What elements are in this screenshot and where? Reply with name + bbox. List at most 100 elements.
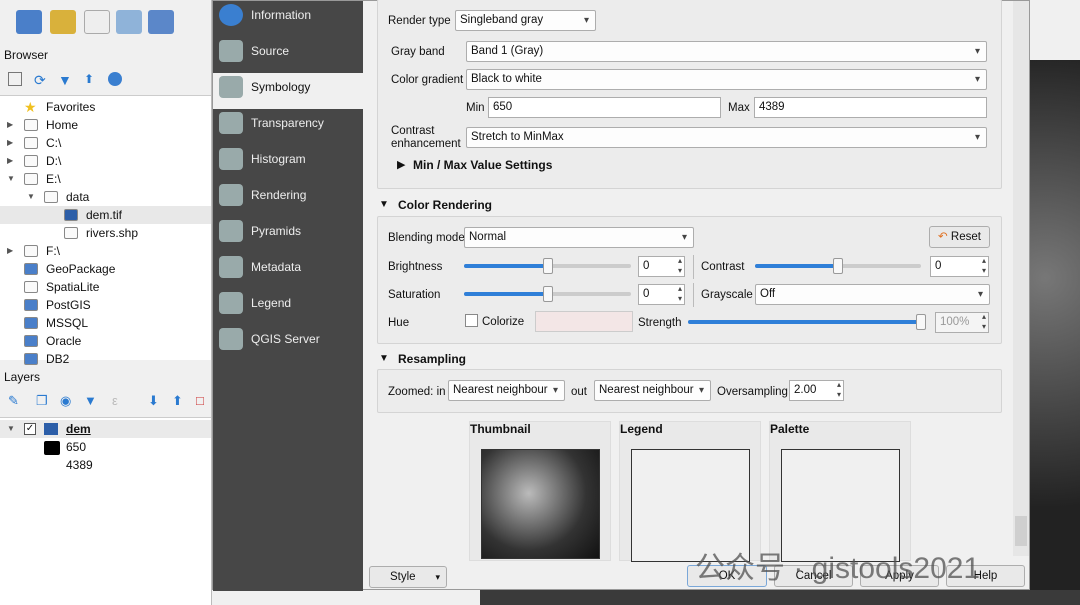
sidebar-item-histogram[interactable]: Histogram bbox=[213, 145, 363, 181]
virtual-layer-icon[interactable] bbox=[148, 10, 174, 34]
sidebar-item-metadata[interactable]: Metadata bbox=[213, 253, 363, 289]
spatialite-icon[interactable] bbox=[116, 10, 142, 34]
expand-arrow-icon[interactable]: ▶ bbox=[7, 152, 13, 170]
browser-item[interactable]: ▼ data bbox=[0, 188, 211, 206]
color-rendering-header[interactable]: Color Rendering bbox=[398, 198, 492, 212]
map-canvas[interactable] bbox=[1030, 60, 1080, 605]
collapse-icon[interactable]: ⬆ bbox=[172, 393, 183, 409]
postgis-icon bbox=[24, 299, 38, 311]
add-layer-icon[interactable] bbox=[16, 10, 42, 34]
color-gradient-select[interactable]: Black to white bbox=[466, 69, 987, 90]
browser-item[interactable]: GeoPackage bbox=[0, 260, 211, 278]
brightness-slider[interactable] bbox=[464, 258, 631, 274]
minmax-settings-toggle[interactable]: Min / Max Value Settings bbox=[413, 158, 552, 172]
scrollbar[interactable] bbox=[1013, 1, 1029, 556]
browser-item[interactable]: ▶ Home bbox=[0, 116, 211, 134]
expand-triangle-icon[interactable]: ▶ bbox=[397, 158, 405, 171]
saturation-slider[interactable] bbox=[464, 286, 631, 302]
browser-item-label: D:\ bbox=[46, 154, 62, 168]
browser-item[interactable]: SpatiaLite bbox=[0, 278, 211, 296]
zoomed-in-select[interactable]: Nearest neighbour bbox=[448, 380, 565, 401]
browser-item[interactable]: ▼ E:\ bbox=[0, 170, 211, 188]
browser-item[interactable]: rivers.shp bbox=[0, 224, 211, 242]
browser-item[interactable]: ★ Favorites bbox=[0, 98, 211, 116]
blending-mode-select[interactable]: Normal bbox=[464, 227, 694, 248]
contrast-enhancement-select[interactable]: Stretch to MinMax bbox=[466, 127, 987, 148]
max-input[interactable]: 4389 bbox=[754, 97, 987, 118]
expand-arrow-icon[interactable]: ▼ bbox=[7, 170, 15, 188]
visibility-icon[interactable]: ◉ bbox=[60, 393, 71, 409]
legend-panel: Legend bbox=[619, 421, 761, 562]
zoomed-out-select[interactable]: Nearest neighbour bbox=[594, 380, 711, 401]
browser-item[interactable]: ▶ C:\ bbox=[0, 134, 211, 152]
style-icon[interactable]: ✎ bbox=[8, 393, 19, 409]
colorize-color-button[interactable] bbox=[535, 311, 633, 332]
browser-item[interactable]: MSSQL bbox=[0, 314, 211, 332]
layers-toolbar: ✎ ❐ ◉ ▼ ε ⬇ ⬆ □ bbox=[8, 393, 208, 409]
render-type-select[interactable]: Singleband gray bbox=[455, 10, 596, 31]
expand-arrow-icon[interactable]: ▼ bbox=[27, 188, 35, 206]
expression-icon[interactable]: ε bbox=[112, 393, 118, 408]
expand-arrow-icon[interactable]: ▶ bbox=[7, 242, 13, 260]
browser-item[interactable]: DB2 bbox=[0, 350, 211, 368]
metadata-icon bbox=[219, 256, 243, 278]
sidebar-item-rendering[interactable]: Rendering bbox=[213, 181, 363, 217]
resampling-header[interactable]: Resampling bbox=[398, 352, 466, 366]
sidebar-item-source[interactable]: Source bbox=[213, 37, 363, 73]
contrast-enhancement-label-2: enhancement bbox=[391, 138, 461, 150]
browser-item-label: F:\ bbox=[46, 244, 60, 258]
filter-icon[interactable]: ▼ bbox=[58, 72, 72, 88]
strength-spinbox[interactable]: 100% bbox=[935, 312, 989, 333]
gray-band-select[interactable]: Band 1 (Gray) bbox=[466, 41, 987, 62]
oversampling-label: Oversampling bbox=[717, 386, 788, 398]
remove-icon[interactable]: □ bbox=[196, 393, 204, 408]
sidebar-item-information[interactable]: Information bbox=[213, 1, 363, 37]
browser-item[interactable]: Oracle bbox=[0, 332, 211, 350]
sidebar-item-qgis-server[interactable]: QGIS Server bbox=[213, 325, 363, 361]
browser-item[interactable]: dem.tif bbox=[0, 206, 211, 224]
sidebar-item-legend[interactable]: Legend bbox=[213, 289, 363, 325]
brightness-spinbox[interactable]: 0 bbox=[638, 256, 685, 277]
new-vector-icon[interactable] bbox=[84, 10, 110, 34]
sidebar-item-transparency[interactable]: Transparency bbox=[213, 109, 363, 145]
browser-item[interactable]: PostGIS bbox=[0, 296, 211, 314]
contrast-slider[interactable] bbox=[755, 258, 921, 274]
geopackage-icon[interactable] bbox=[50, 10, 76, 34]
contrast-spinbox[interactable]: 0 bbox=[930, 256, 989, 277]
collapse-triangle-icon[interactable]: ▼ bbox=[379, 199, 389, 210]
expand-arrow-icon[interactable]: ▶ bbox=[7, 134, 13, 152]
sidebar-item-label: QGIS Server bbox=[251, 332, 320, 346]
scrollbar-thumb[interactable] bbox=[1015, 516, 1027, 546]
info-icon[interactable] bbox=[108, 72, 122, 86]
oversampling-spinbox[interactable]: 2.00 bbox=[789, 380, 844, 401]
collapse-triangle-icon[interactable]: ▼ bbox=[379, 353, 389, 364]
strength-slider[interactable] bbox=[688, 314, 926, 330]
oracle-icon bbox=[24, 335, 38, 347]
min-input[interactable]: 650 bbox=[488, 97, 721, 118]
colorize-checkbox[interactable] bbox=[465, 314, 478, 327]
legend-min-label: 650 bbox=[66, 440, 87, 454]
browser-item[interactable]: ▶ D:\ bbox=[0, 152, 211, 170]
layer-dem[interactable]: ▼ ✓ dem bbox=[0, 420, 211, 438]
map-canvas-bottom[interactable] bbox=[480, 590, 1080, 605]
qgis-server-icon bbox=[219, 328, 243, 350]
sidebar-item-symbology[interactable]: Symbology bbox=[213, 73, 363, 109]
refresh-icon[interactable]: ⟳ bbox=[34, 72, 46, 89]
add-group-icon[interactable]: ❐ bbox=[36, 393, 48, 409]
grayscale-select[interactable]: Off bbox=[755, 284, 990, 305]
legend-title: Legend bbox=[620, 422, 663, 436]
filter-icon[interactable]: ▼ bbox=[84, 393, 97, 408]
saturation-spinbox[interactable]: 0 bbox=[638, 284, 685, 305]
browser-item[interactable]: ▶ F:\ bbox=[0, 242, 211, 260]
expand-arrow-icon[interactable]: ▶ bbox=[7, 116, 13, 134]
add-icon[interactable] bbox=[8, 72, 22, 86]
layer-checkbox[interactable]: ✓ bbox=[24, 423, 36, 435]
style-button[interactable]: Style ▾ bbox=[369, 566, 447, 588]
legend-min: 650 bbox=[44, 438, 86, 456]
browser-item-label: dem.tif bbox=[86, 208, 123, 222]
expand-icon[interactable]: ⬇ bbox=[148, 393, 159, 409]
sidebar-item-pyramids[interactable]: Pyramids bbox=[213, 217, 363, 253]
sidebar-item-label: Transparency bbox=[251, 116, 324, 130]
collapse-icon[interactable]: ⬆ bbox=[84, 72, 94, 86]
reset-button[interactable]: ↶ Reset bbox=[929, 226, 990, 248]
